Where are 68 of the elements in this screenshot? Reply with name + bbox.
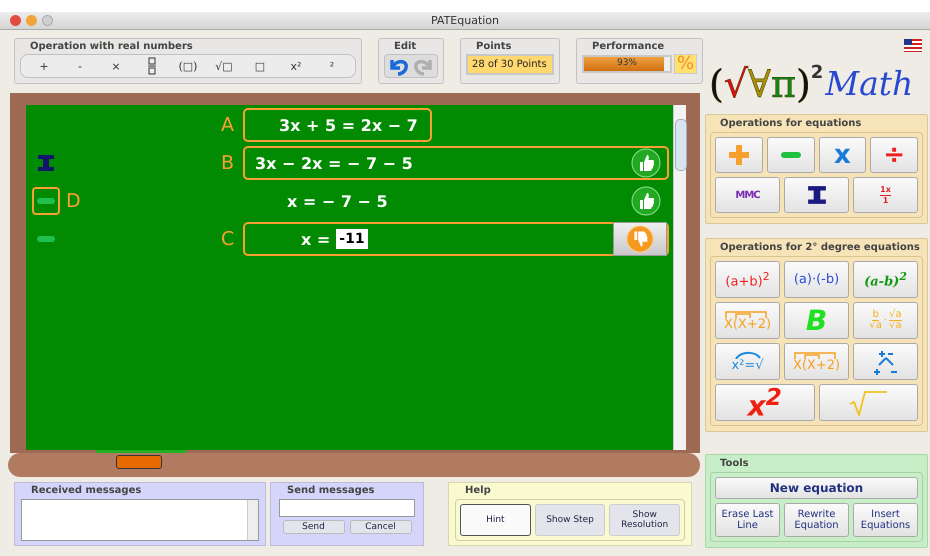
panel-title: Tools	[719, 458, 750, 469]
cancel-button[interactable]: Cancel	[350, 520, 412, 534]
window-title: PATEquation	[430, 14, 500, 27]
scroll-bar[interactable]	[673, 105, 686, 450]
send-button[interactable]: Send	[282, 520, 344, 534]
answer-field[interactable]: -11	[336, 229, 368, 249]
panel-title: Operation with real numbers	[29, 41, 194, 52]
panel-title: Points	[475, 41, 512, 52]
logo-word: Math	[825, 63, 914, 105]
flag-icon[interactable]	[904, 39, 922, 52]
operation-button[interactable]: MMC	[715, 177, 780, 213]
panel-title: Operations for 2° degree equations	[719, 242, 921, 253]
operation-button[interactable]: +	[27, 60, 61, 72]
operation-button[interactable]: ×	[99, 60, 133, 72]
operation-button[interactable]: √□	[207, 60, 241, 72]
equation-text: x =	[301, 230, 330, 248]
performance-reading: 93%	[616, 58, 638, 68]
close-icon[interactable]	[10, 15, 21, 26]
new-equation-button[interactable]: New equation	[715, 477, 918, 499]
operation-button[interactable]: -	[63, 60, 97, 72]
help-button[interactable]: Hint	[460, 504, 531, 536]
minus-icon[interactable]	[32, 187, 60, 215]
step-letter: C	[221, 228, 234, 250]
sign-tree-button[interactable]	[853, 343, 918, 380]
logo-symbol: (	[709, 61, 724, 108]
panel-title: Received messages	[30, 485, 142, 496]
thumbs-down-button[interactable]	[613, 222, 667, 256]
points-value: 28 of 30 Points	[466, 54, 554, 75]
logo-symbol: ∀	[748, 61, 771, 108]
operation-button[interactable]: x$^{2}$	[715, 384, 814, 421]
logo-symbol: √	[724, 61, 748, 108]
minimize-icon[interactable]	[26, 15, 37, 26]
operation-button[interactable]: x	[818, 137, 866, 173]
equation-text: 3x − 2x = − 7 − 5	[255, 154, 413, 172]
logo-symbol: π	[770, 61, 796, 108]
logo-symbol: )	[796, 61, 811, 108]
help-button[interactable]: Show Resolution	[609, 504, 680, 536]
square-root-button[interactable]	[818, 384, 918, 421]
panel-title: Performance	[591, 41, 666, 52]
operation-button[interactable]: □	[243, 60, 277, 72]
tool-button[interactable]: Erase Last Line	[715, 503, 780, 537]
equation-text: x = − 7 − 5	[287, 192, 388, 210]
help-button[interactable]: Show Step	[534, 504, 606, 536]
fraction-icon	[148, 57, 156, 75]
panel-title: Send messages	[286, 485, 376, 496]
step-letter: A	[221, 114, 234, 136]
operation-button[interactable]: ÷	[870, 137, 918, 173]
ibeam-button[interactable]	[784, 177, 849, 213]
panel-title: Operations for equations	[719, 118, 862, 129]
message-input[interactable]	[279, 499, 415, 517]
step-letter: D	[66, 190, 81, 212]
step-letter: B	[221, 152, 234, 174]
panel-title: Help	[464, 485, 492, 496]
operation-button[interactable]: ²	[315, 60, 349, 72]
operation-button[interactable]: 1x 1	[853, 177, 918, 213]
zoom-icon[interactable]	[42, 15, 53, 26]
operation-button[interactable]: x²	[279, 60, 313, 72]
panel-title: Edit	[393, 41, 418, 52]
operation-button[interactable]: (a+b)$^{2}$	[715, 261, 780, 298]
equation-text: 3x + 5 = 2x − 7	[279, 116, 418, 134]
messages-list[interactable]	[21, 499, 259, 541]
tool-button[interactable]: Rewrite Equation	[784, 503, 849, 537]
eraser-icon[interactable]	[116, 455, 162, 469]
operation-button[interactable]: (a)·(-b)	[784, 261, 849, 298]
logo-exponent: 2	[810, 62, 824, 83]
operation-button[interactable]: (□)	[171, 60, 205, 72]
tool-button[interactable]: Insert Equations	[853, 503, 918, 537]
plus-button[interactable]	[715, 137, 763, 173]
